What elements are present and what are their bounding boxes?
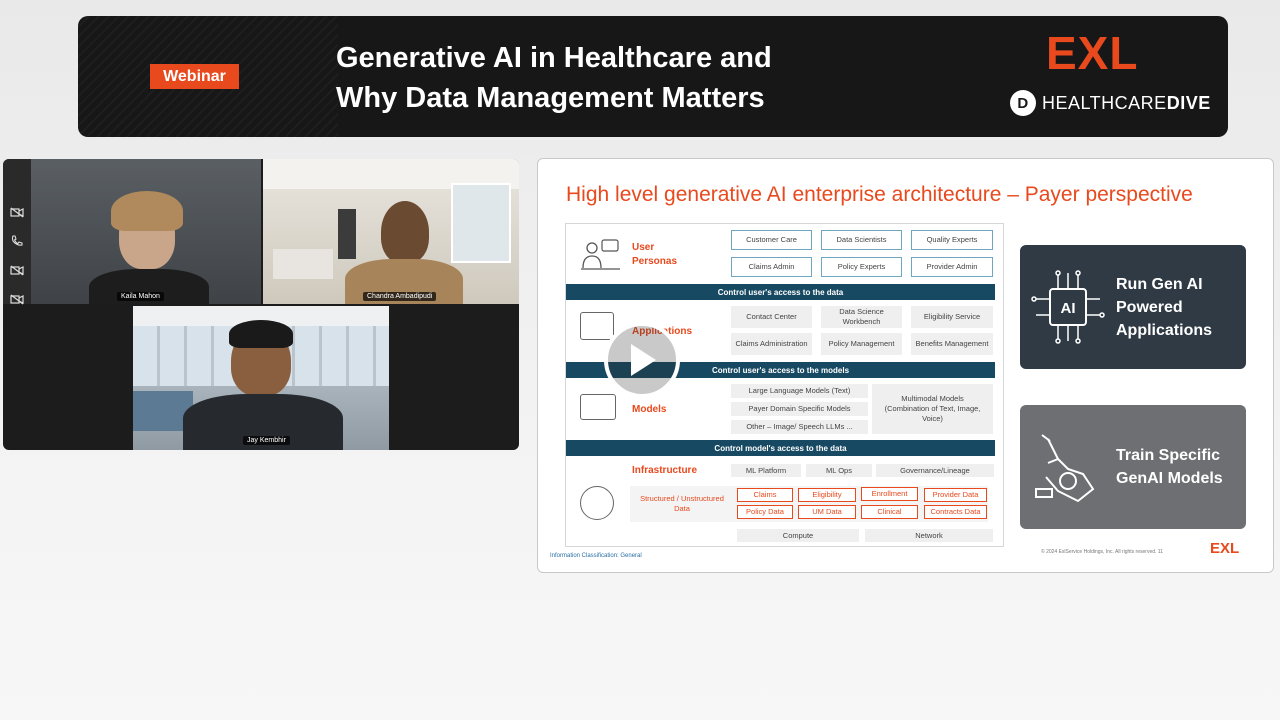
healthcare-dive-suffix: DIVE [1166,92,1211,113]
webinar-banner: Webinar Generative AI in Healthcare and … [78,16,1228,137]
copyright-footer: © 2024 ExlService Holdings, Inc. All rig… [1041,549,1163,555]
cloud-database-icon [580,486,614,520]
video-gallery: Kaila Mahon Chandra Ambadipudi Jay Kembh… [3,159,519,450]
camera-off-icon[interactable] [9,292,25,306]
persona-provider-admin: Provider Admin [911,257,993,277]
participant-video-tile[interactable]: Chandra Ambadipudi [263,159,519,304]
band-model-data-access: Control model's access to the data [566,440,995,456]
participant-name: Chandra Ambadipudi [363,292,437,301]
user-personas-label-line1: User [632,242,655,253]
data-policy: Policy Data [737,505,793,519]
persona-customer-care: Customer Care [731,230,812,250]
models-chart-icon [580,394,616,420]
room-sofa [273,249,333,279]
app-policy-management: Policy Management [821,333,902,355]
structured-data-label: Structured / Unstructured Data [640,494,724,513]
app-contact-center: Contact Center [731,306,812,328]
ai-chip-icon: AI [1028,267,1108,347]
webinar-title-line2: Why Data Management Matters [336,82,765,114]
persona-policy-experts: Policy Experts [821,257,902,277]
participant-hair [111,191,183,231]
webinar-badge: Webinar [150,64,239,89]
model-llm-text: Large Language Models (Text) [731,384,868,398]
train-genai-text: Train Specific GenAI Models [1116,447,1223,487]
run-gen-ai-card: AI Run Gen AI Powered Applications [1020,245,1246,369]
webinar-title: Generative AI in Healthcare and Why Data… [336,38,896,118]
data-contracts: Contracts Data [924,505,987,519]
app-eligibility-service: Eligibility Service [911,306,993,328]
room-window [451,183,511,263]
infra-ml-platform: ML Platform [731,464,801,477]
model-multimodal: Multimodal Models (Combination of Text, … [872,384,993,434]
app-data-science-workbench: Data Science Workbench [821,306,902,328]
train-genai-card: Train Specific GenAI Models [1020,405,1246,529]
models-label: Models [632,404,667,415]
persona-data-scientists: Data Scientists [821,230,902,250]
slide-title: High level generative AI enterprise arch… [566,183,1193,206]
data-eligibility: Eligibility [798,488,856,502]
robot-hand-icon [1028,429,1108,509]
persona-claims-admin: Claims Admin [731,257,812,277]
infra-ml-ops: ML Ops [806,464,872,477]
data-claims: Claims [737,488,793,502]
app-claims-administration: Claims Administration [731,333,812,355]
room-shelf [338,209,356,259]
phone-icon[interactable] [9,234,25,248]
participant-name: Jay Kembhir [243,436,290,445]
healthcare-dive-logo: D HEALTHCAREDIVE [1010,90,1211,116]
participant-hair [229,320,293,348]
model-other-llms: Other – Image/ Speech LLMs ... [731,420,868,434]
participant-video-tile[interactable]: Jay Kembhir [133,306,389,450]
camera-off-icon[interactable] [9,205,25,219]
data-enrollment: Enrollment [861,487,918,501]
play-icon [631,344,656,376]
user-personas-label: User Personas [632,241,677,269]
infra-governance: Governance/Lineage [876,464,994,477]
data-provider: Provider Data [924,488,987,502]
infra-network: Network [865,529,993,542]
model-payer-domain: Payer Domain Specific Models [731,402,868,416]
video-controls-sidebar [3,159,31,304]
data-um: UM Data [798,505,856,519]
infrastructure-label: Infrastructure [632,465,698,476]
camera-off-icon[interactable] [9,263,25,277]
classification-footer: Information Classification: General [550,553,642,559]
band-user-data-access: Control user's access to the data [566,284,995,300]
ai-chip-text: AI [1061,300,1076,317]
data-clinical: Clinical [861,505,918,519]
application-icon [580,312,614,340]
persona-quality-experts: Quality Experts [911,230,993,250]
participant-video-tile[interactable]: Kaila Mahon [31,159,261,304]
participant-face [381,201,429,263]
run-gen-ai-text: Run Gen AI Powered Applications [1116,275,1213,339]
user-personas-label-line2: Personas [632,256,678,267]
play-button[interactable] [604,322,680,398]
healthcare-dive-icon: D [1010,90,1036,116]
webinar-title-line1: Generative AI in Healthcare and [336,42,772,74]
exl-logo: EXL [1046,27,1139,79]
slide-exl-logo: EXL [1210,540,1240,557]
healthcare-dive-prefix: HEALTHCARE [1042,92,1167,113]
infra-compute: Compute [737,529,859,542]
participant-name: Kaila Mahon [117,292,164,301]
persona-icon [578,238,620,270]
app-benefits-management: Benefits Management [911,333,993,355]
